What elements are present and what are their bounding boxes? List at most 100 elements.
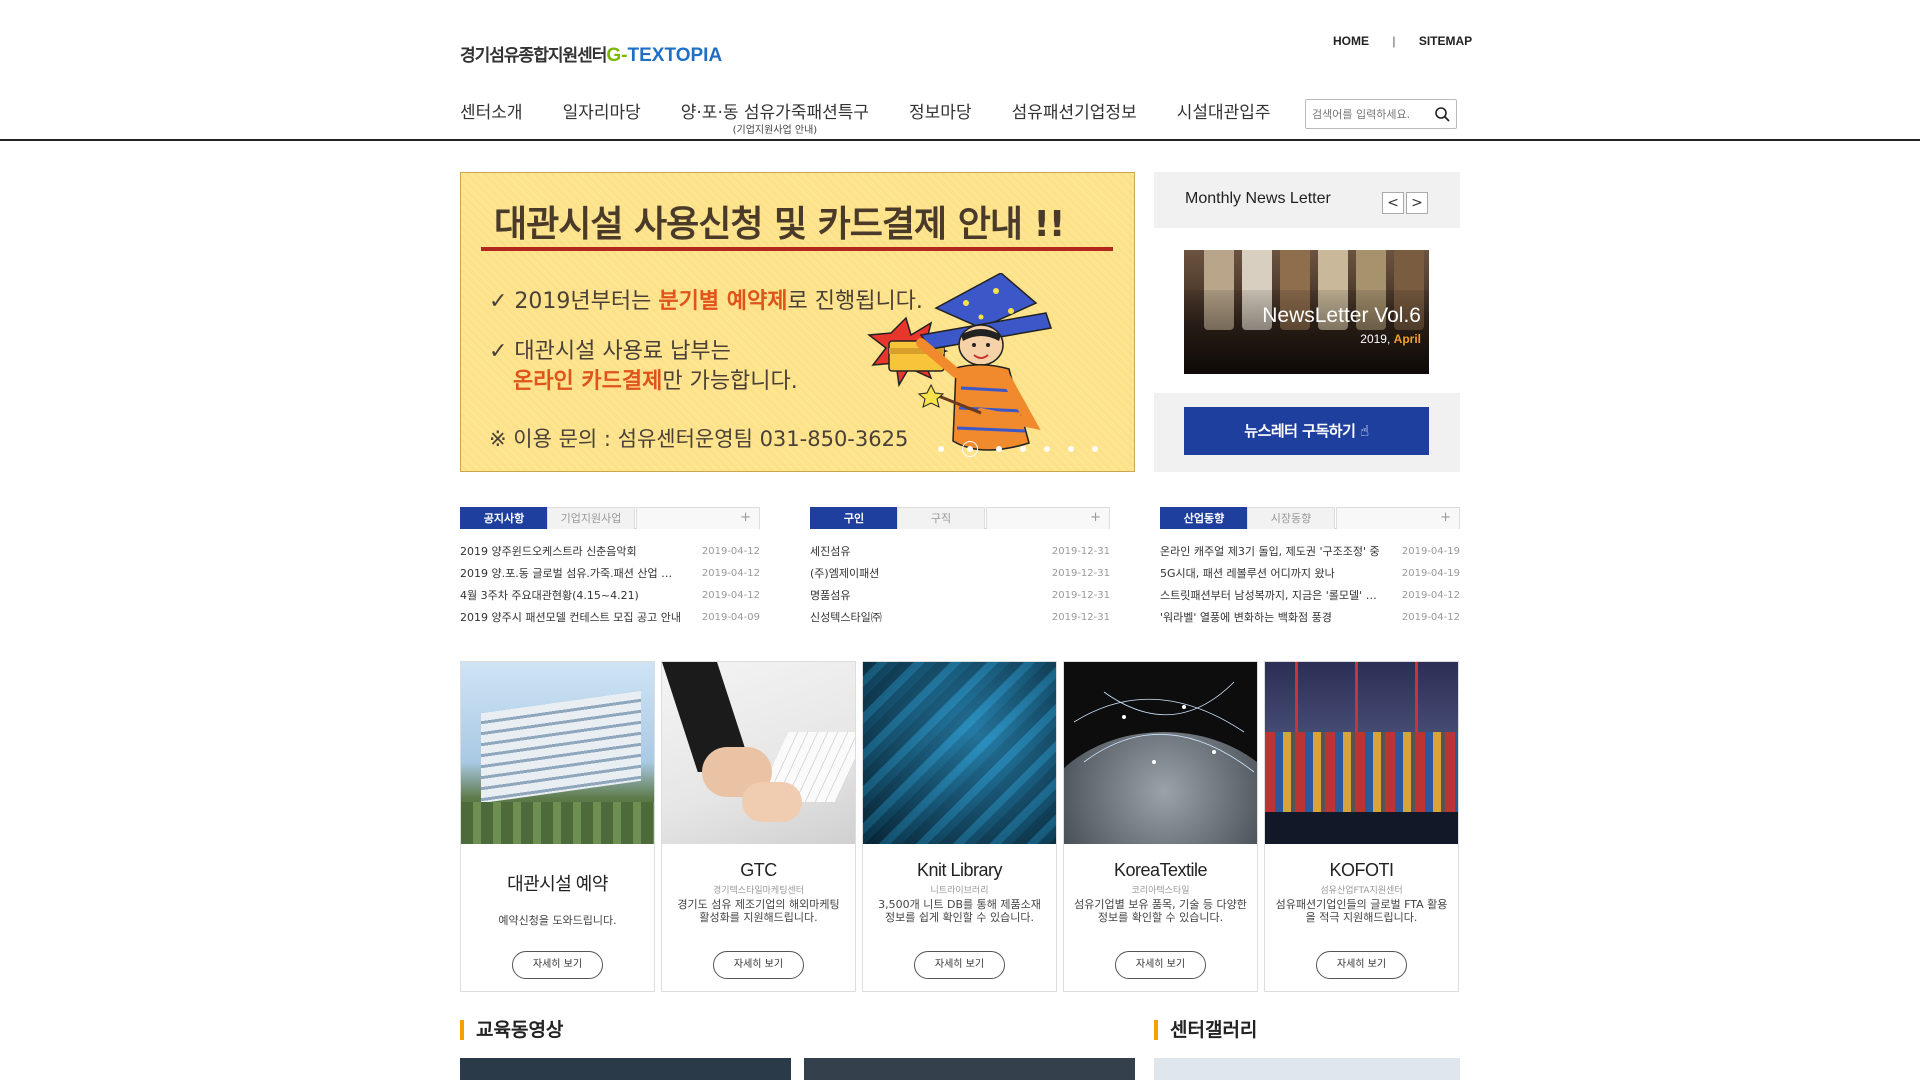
board-tabs: 산업동향 시장동향 + (1160, 507, 1460, 529)
list-item[interactable]: 세진섬유 2019-12-31 (810, 541, 1110, 563)
gallery-thumbnail[interactable] (1154, 1058, 1460, 1080)
list-item-date: 2019-12-31 (1051, 612, 1110, 623)
rope-image[interactable] (863, 662, 1056, 844)
detail-button[interactable]: 자세히 보기 (1115, 951, 1206, 979)
card-subname: 섬유산업FTA지원센터 (1320, 886, 1403, 896)
list-item-date: 2019-12-31 (1051, 590, 1110, 601)
list-item[interactable]: 명품섬유 2019-12-31 (810, 585, 1110, 607)
banner-line-3: 온라인 카드결제만 가능합니다. (513, 363, 798, 395)
tab-industry-trend[interactable]: 산업동향 (1160, 507, 1248, 529)
section-title-video: 교육동영상 (460, 1020, 563, 1040)
list-item-date: 2019-04-19 (1401, 568, 1460, 579)
nav-item-special-zone[interactable]: 양·포·동 섬유가죽패션특구 (기업지원사업 안내) (681, 98, 869, 136)
detail-button[interactable]: 자세히 보기 (914, 951, 1005, 979)
card-name: 대관시설 예약 (507, 874, 608, 894)
list-item-date: 2019-04-12 (701, 546, 760, 557)
board-trends: 산업동향 시장동향 + 온라인 캐주얼 제3기 돌입, 제도권 '구조조정' 중… (1160, 507, 1460, 629)
list-item[interactable]: 2019 양.포.동 글로벌 섬유.가죽.패션 산업 박람회 참가기업 모집 20… (460, 563, 760, 585)
prev-arrow-button[interactable]: < (1382, 192, 1404, 214)
detail-button[interactable]: 자세히 보기 (1316, 951, 1407, 979)
port-image[interactable] (1265, 662, 1458, 844)
logo-brand-g: G- (606, 45, 628, 66)
banner-title: 대관시설 사용신청 및 카드결제 안내 !! (494, 204, 1065, 245)
globe-network-image[interactable] (1064, 662, 1257, 844)
board-tabs: 공지사항 기업지원사업 + (460, 507, 760, 529)
newsletter-date: 2019, April (1360, 332, 1421, 346)
card-gtc: GTC 경기텍스타일마케팅센터 경기도 섬유 제조기업의 해외마케팅 활성화를 … (661, 661, 856, 992)
keyboard-image[interactable] (662, 662, 855, 844)
list-item[interactable]: 온라인 캐주얼 제3기 돌입, 제도권 '구조조정' 중 2019-04-19 (1160, 541, 1460, 563)
card-description: 경기도 섬유 제조기업의 해외마케팅 활성화를 지원해드립니다. (677, 898, 840, 924)
banner-line-3-highlight: 온라인 카드결제 (513, 369, 663, 394)
list-item[interactable]: (주)엠제이패션 2019-12-31 (810, 563, 1110, 585)
main-navigation: 센터소개 일자리마당 양·포·동 섬유가죽패션특구 (기업지원사업 안내) 정보마… (460, 98, 1311, 136)
list-item-title: 스트릿패션부터 남성복까지, 지금은 '롤모델' 시대 (1160, 589, 1382, 602)
sitemap-link[interactable]: SITEMAP (1419, 34, 1472, 48)
banner-line-3-post: 만 가능합니다. (662, 369, 798, 394)
list-item[interactable]: 2019 양주시 패션모델 컨테스트 모집 공고 안내 2019-04-09 (460, 607, 760, 629)
pager-dot[interactable] (938, 446, 944, 452)
pager-dot-active[interactable] (962, 441, 978, 457)
plus-icon: + (740, 510, 751, 525)
pager-dot[interactable] (1068, 446, 1074, 452)
home-link[interactable]: HOME (1333, 34, 1369, 48)
board-jobs: 구인 구직 + 세진섬유 2019-12-31 (주)엠제이패션 2019-12-3… (810, 507, 1110, 629)
list-item-date: 2019-04-19 (1401, 546, 1460, 557)
hand-pointer-icon: ☝ (1360, 422, 1369, 440)
more-button[interactable]: + (986, 507, 1110, 529)
next-arrow-button[interactable]: > (1406, 192, 1428, 214)
pager-dot[interactable] (1020, 446, 1026, 452)
list-item[interactable]: 2019 양주윈드오케스트라 신춘음악회 2019-04-12 (460, 541, 760, 563)
banner-line-1: ✓ 2019년부터는 분기별 예약제로 진행됩니다. (489, 283, 923, 315)
pager-dot[interactable] (1044, 446, 1050, 452)
subscribe-button[interactable]: 뉴스레터 구독하기 ☝ (1184, 407, 1429, 455)
detail-button[interactable]: 자세히 보기 (713, 951, 804, 979)
card-subname: 코리아텍스타일 (1131, 886, 1190, 896)
list-item-date: 2019-04-09 (701, 612, 760, 623)
tab-job-seek[interactable]: 구직 (897, 507, 985, 529)
search-input[interactable] (1306, 100, 1424, 128)
section-title-gallery: 센터갤러리 (1154, 1020, 1257, 1040)
list-item[interactable]: 4월 3주차 주요대관현황(4.15~4.21) 2019-04-12 (460, 585, 760, 607)
building-image[interactable] (461, 662, 654, 844)
list-item-title: 4월 3주차 주요대관현황(4.15~4.21) (460, 589, 639, 602)
banner-contact: ※ 이용 문의 : 섬유센터운영팀 031-850-3625 (489, 427, 909, 451)
banner-line-1-pre: ✓ 2019년부터는 (489, 289, 659, 314)
nav-item-facility-rental[interactable]: 시설대관입주 (1177, 98, 1271, 136)
video-thumbnail[interactable] (804, 1058, 1135, 1080)
list-item-date: 2019-12-31 (1051, 568, 1110, 579)
nav-item-jobs[interactable]: 일자리마당 (563, 98, 641, 136)
more-button[interactable]: + (1336, 507, 1460, 529)
pager-dot[interactable] (1092, 446, 1098, 452)
card-description: 예약신청을 도와드립니다. (498, 914, 617, 927)
list-item[interactable]: 스트릿패션부터 남성복까지, 지금은 '롤모델' 시대 2019-04-12 (1160, 585, 1460, 607)
plus-icon: + (1440, 510, 1451, 525)
more-button[interactable]: + (636, 507, 760, 529)
tab-notice[interactable]: 공지사항 (460, 507, 548, 529)
main-banner[interactable]: 대관시설 사용신청 및 카드결제 안내 !! ✓ 2019년부터는 분기별 예약… (460, 172, 1135, 472)
card-name: KOFOTI (1329, 860, 1395, 880)
card-description: 3,500개 니트 DB를 통해 제품소재 정보를 쉽게 확인할 수 있습니다. (878, 898, 1041, 924)
nav-item-company-info[interactable]: 섬유패션기업정보 (1012, 98, 1137, 136)
site-logo[interactable]: 경기섬유종합지원센터G-TEXTOPIA (460, 41, 722, 67)
detail-button[interactable]: 자세히 보기 (512, 951, 603, 979)
video-thumbnail[interactable] (460, 1058, 791, 1080)
list-item[interactable]: 5G시대, 패션 레볼루션 어디까지 왔나 2019-04-19 (1160, 563, 1460, 585)
nav-item-center-intro[interactable]: 센터소개 (460, 98, 523, 136)
newsletter-year: 2019, (1360, 332, 1391, 346)
list-item[interactable]: '워라벨' 열풍에 변화하는 백화점 풍경 2019-04-12 (1160, 607, 1460, 629)
tab-business-support[interactable]: 기업지원사업 (547, 507, 635, 529)
tab-market-trend[interactable]: 시장동향 (1247, 507, 1335, 529)
list-item[interactable]: 신성텍스타일㈜ 2019-12-31 (810, 607, 1110, 629)
card-subname: 경기텍스타일마케팅센터 (712, 886, 805, 896)
card-kofoti: KOFOTI 섬유산업FTA지원센터 섬유패션기업인들의 글로벌 FTA 활용을… (1264, 661, 1459, 992)
nav-item-info[interactable]: 정보마당 (909, 98, 972, 136)
newsletter-thumbnail[interactable]: NewsLetter Vol.6 2019, April (1184, 250, 1429, 374)
search-icon[interactable] (1434, 106, 1450, 122)
tab-job-offer[interactable]: 구인 (810, 507, 898, 529)
list-item-date: 2019-04-12 (701, 568, 760, 579)
newsletter-month: April (1393, 332, 1421, 346)
list-item-title: 세진섬유 (810, 545, 851, 558)
pager-dot[interactable] (996, 446, 1002, 452)
util-separator: | (1392, 34, 1396, 48)
